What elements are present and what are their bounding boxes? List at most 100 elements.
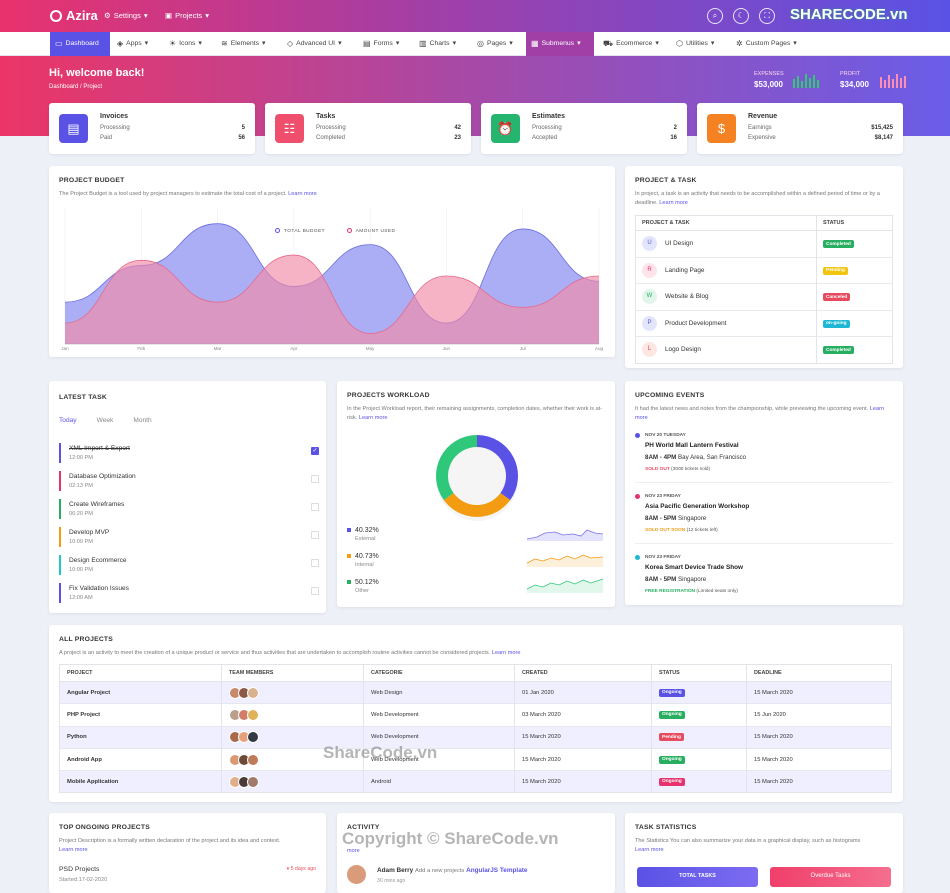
activity-target-link[interactable]: AngularJS Template (466, 867, 527, 874)
project-item-name[interactable]: PSD Projects (59, 866, 99, 873)
nav-forms[interactable]: ▤ Forms ▾ (358, 32, 404, 56)
project-name: Android App (59, 747, 222, 771)
total-tasks-button[interactable]: TOTAL TASKS (637, 867, 758, 887)
settings-menu[interactable]: ⚙ Settings ▾ (104, 11, 148, 20)
clipboard-icon: ☷ (275, 114, 304, 143)
nav-pages[interactable]: ◎ Pages ▾ (472, 32, 518, 56)
workload-label: External (355, 536, 376, 542)
nav-charts[interactable]: ▥ Charts ▾ (414, 32, 461, 56)
tab-today[interactable]: Today (59, 417, 77, 424)
avatar: U (642, 236, 657, 252)
learn-more-link[interactable]: Learn more (492, 650, 521, 656)
learn-more-link[interactable]: Learn more (288, 191, 317, 197)
column-header[interactable]: CREATED (514, 664, 652, 682)
task-title: XML Import & Export (69, 445, 130, 452)
divider (635, 543, 893, 544)
column-header[interactable]: CATEGORIE (363, 664, 515, 682)
nav-utilities[interactable]: ⬡ Utilities ▾ (671, 32, 719, 56)
latest-task-card: LATEST TASK Today Week Month XML Import … (49, 381, 326, 613)
task-checkbox[interactable] (311, 559, 319, 567)
learn-more-link[interactable]: Learn more (359, 415, 388, 421)
learn-more-link[interactable]: Learn more (659, 200, 688, 206)
x-tick-label: Mar (214, 346, 222, 351)
learn-more-link[interactable]: Learn more (635, 847, 664, 853)
column-header[interactable]: PROJECT (59, 664, 222, 682)
task-title: Fix Validation Issues (69, 585, 129, 592)
task-name: Product Development (665, 319, 727, 327)
nav-ecommerce[interactable]: ⛟ Ecommerce ▾ (598, 32, 664, 56)
page-title: Hi, welcome back! (49, 67, 145, 79)
x-tick-label: Jun (443, 346, 451, 351)
avatar: R (642, 262, 657, 278)
chevron-down-icon: ▾ (793, 40, 797, 47)
task-checkbox[interactable]: ✓ (311, 447, 319, 455)
nav-dashboard[interactable]: ▭ Dashboard (50, 32, 110, 56)
avatar[interactable] (247, 731, 259, 744)
event-name: Korea Smart Device Trade Show (645, 564, 744, 571)
nav-advanced-ui[interactable]: ◇ Advanced UI ▾ (282, 32, 347, 56)
avatar[interactable] (247, 753, 259, 766)
project-deadline: 15 March 2020 (746, 725, 892, 749)
task-row[interactable]: W Website & Blog Canceled (635, 283, 893, 310)
column-header[interactable]: TEAM MEMBERS (221, 664, 364, 682)
sharecode-watermark-center: ShareCode.vn (323, 743, 438, 762)
table-row[interactable]: Python Web Development 15 March 2020 Pen… (59, 725, 892, 749)
monitor-icon: ▭ (55, 39, 63, 48)
overdue-tasks-button[interactable]: Overdue Tasks (770, 867, 891, 887)
nav-elements[interactable]: ≋ Elements ▾ (216, 32, 270, 56)
status-badge: Ongoing (659, 688, 685, 697)
task-checkbox[interactable] (311, 531, 319, 539)
column-header[interactable]: DEADLINE (746, 664, 892, 682)
status-badge: on-going (823, 319, 850, 328)
column-header[interactable]: STATUS (651, 664, 747, 682)
activity-user[interactable]: Adam Berry (377, 867, 413, 874)
task-row[interactable]: P Product Development on-going (635, 309, 893, 337)
tab-month[interactable]: Month (133, 417, 151, 424)
brand-logo[interactable]: Azira (50, 8, 98, 23)
breadcrumb-home[interactable]: Dashboard (49, 84, 78, 90)
search-icon[interactable]: ⌕ (707, 8, 723, 24)
chevron-down-icon: ▾ (710, 40, 715, 47)
settings-icon: ✲ (736, 39, 743, 48)
avatar[interactable] (247, 775, 259, 788)
workload-item: 40.73% Internal (347, 553, 379, 568)
task-checkbox[interactable] (311, 587, 319, 595)
workload-percent: 50.12% (355, 579, 379, 586)
nav-custom-pages[interactable]: ✲ Custom Pages ▾ (731, 32, 802, 56)
task-row[interactable]: R Landing Page Pending (635, 256, 893, 284)
logo-icon (50, 9, 62, 22)
avatar[interactable] (247, 708, 259, 721)
status-badge: Canceled (823, 293, 851, 301)
event-status: SOLD OUT SOON (12 tickets left) (645, 528, 718, 533)
bar-chart-icon: ▥ (419, 39, 427, 48)
table-row[interactable]: Mobile Application Android 15 March 2020… (59, 770, 892, 793)
project-task-table: PROJECT & TASK STATUS U UI Design Complete… (635, 215, 893, 364)
task-statistics-card: TASK STATISTICS The Statistics You can a… (625, 813, 903, 893)
fullscreen-icon[interactable]: ⛶ (759, 8, 775, 24)
event-date: NOV 20 TUESDAY (645, 433, 686, 438)
learn-more-link[interactable]: Learn more (59, 847, 88, 853)
status-badge: Ongoing (659, 755, 685, 764)
avatar[interactable] (247, 686, 259, 699)
nav-icons[interactable]: ☀ Icons ▾ (164, 32, 207, 56)
tasks-card: ☷ Tasks Processing 42 Completed 23 (265, 103, 471, 154)
activity-card: ACTIVITY more Adam Berry Add a new proje… (337, 813, 615, 893)
breadcrumb: Dashboard / Project (49, 84, 103, 90)
project-deadline: 15 March 2020 (746, 680, 892, 704)
moon-icon[interactable]: ☾ (733, 8, 749, 24)
event-status: FREE REGISTRATION (Limited seats only) (645, 589, 738, 594)
table-row[interactable]: Angular Project Web Design 01 Jan 2020 O… (59, 680, 892, 704)
task-checkbox[interactable] (311, 503, 319, 511)
table-row[interactable]: Android App Web Development 15 March 202… (59, 747, 892, 771)
profit-label: PROFIT (840, 71, 861, 77)
workload-percent: 40.73% (355, 553, 379, 560)
nav-submenus[interactable]: ▦ Submenus ▾ (526, 32, 594, 56)
tab-week[interactable]: Week (97, 417, 114, 424)
task-row[interactable]: L Logo Design Completed (635, 336, 893, 363)
task-row[interactable]: U UI Design Completed (635, 230, 893, 257)
workload-item: 50.12% Other (347, 579, 379, 594)
nav-apps[interactable]: ◈ Apps ▾ (112, 32, 153, 56)
task-checkbox[interactable] (311, 475, 319, 483)
table-row[interactable]: PHP Project Web Development 03 March 202… (59, 703, 892, 727)
projects-menu[interactable]: ▣ Projects ▾ (165, 11, 209, 20)
